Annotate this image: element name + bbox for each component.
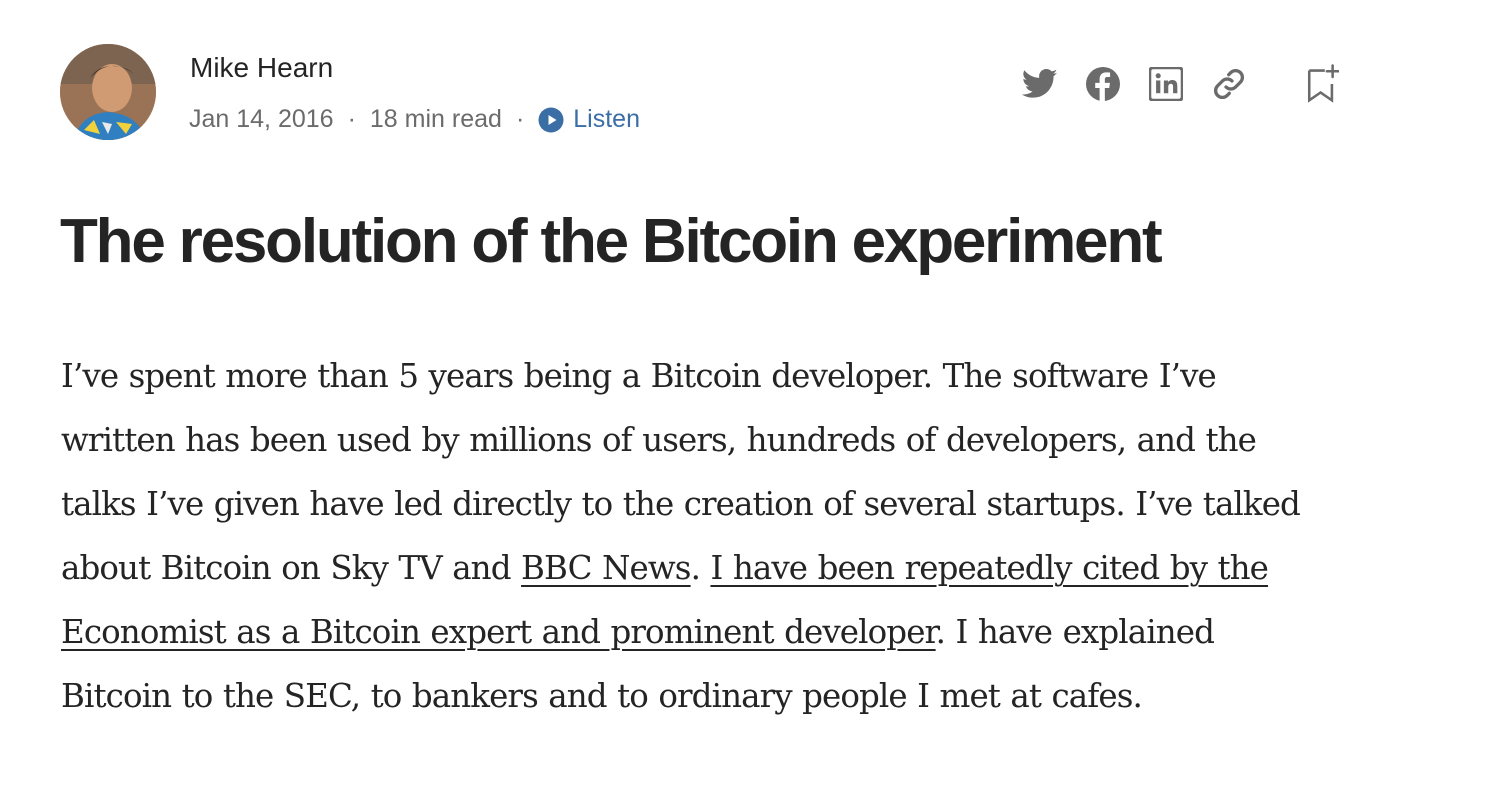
article-title: The resolution of the Bitcoin experiment: [60, 207, 1163, 276]
paragraph-text: . I have explained: [935, 613, 1215, 651]
link-icon[interactable]: [1209, 62, 1249, 106]
paragraph-line: Bitcoin to the SEC, to bankers and to or…: [61, 677, 1143, 715]
author-name[interactable]: Mike Hearn: [190, 52, 333, 84]
paragraph-text: about Bitcoin on Sky TV and: [61, 549, 522, 587]
play-icon: [538, 107, 564, 133]
article-header: Mike Hearn Jan 14, 2016 · 18 min read · …: [60, 44, 1400, 144]
linkedin-icon[interactable]: [1146, 62, 1186, 106]
read-time: 18 min read: [369, 105, 502, 133]
paragraph-line: talks I’ve given have led directly to th…: [61, 485, 1301, 523]
listen-button[interactable]: Listen: [538, 105, 640, 134]
facebook-icon[interactable]: [1083, 62, 1123, 106]
author-avatar[interactable]: [60, 44, 156, 140]
economist-link[interactable]: Economist as a Bitcoin expert and promin…: [61, 613, 937, 651]
meta-separator: ·: [347, 105, 356, 133]
paragraph-line: Economist as a Bitcoin expert and promin…: [61, 600, 1451, 664]
bbc-news-link[interactable]: BBC News: [521, 549, 691, 587]
listen-label: Listen: [573, 105, 640, 133]
share-toolbar: [1020, 62, 1400, 106]
paragraph-line: about Bitcoin on Sky TV and BBC News. I …: [61, 536, 1451, 600]
twitter-icon[interactable]: [1020, 62, 1060, 106]
meta-separator: ·: [515, 105, 525, 133]
article-paragraph: I’ve spent more than 5 years being a Bit…: [61, 344, 1451, 728]
bookmark-add-icon[interactable]: [1302, 62, 1342, 106]
article-meta: Jan 14, 2016 · 18 min read · Listen: [189, 105, 640, 134]
paragraph-text: .: [690, 549, 711, 587]
economist-link[interactable]: I have been repeatedly cited by the: [710, 549, 1268, 587]
publish-date: Jan 14, 2016: [189, 105, 334, 133]
paragraph-line: I’ve spent more than 5 years being a Bit…: [61, 357, 1217, 395]
paragraph-line: written has been used by millions of use…: [61, 421, 1257, 459]
